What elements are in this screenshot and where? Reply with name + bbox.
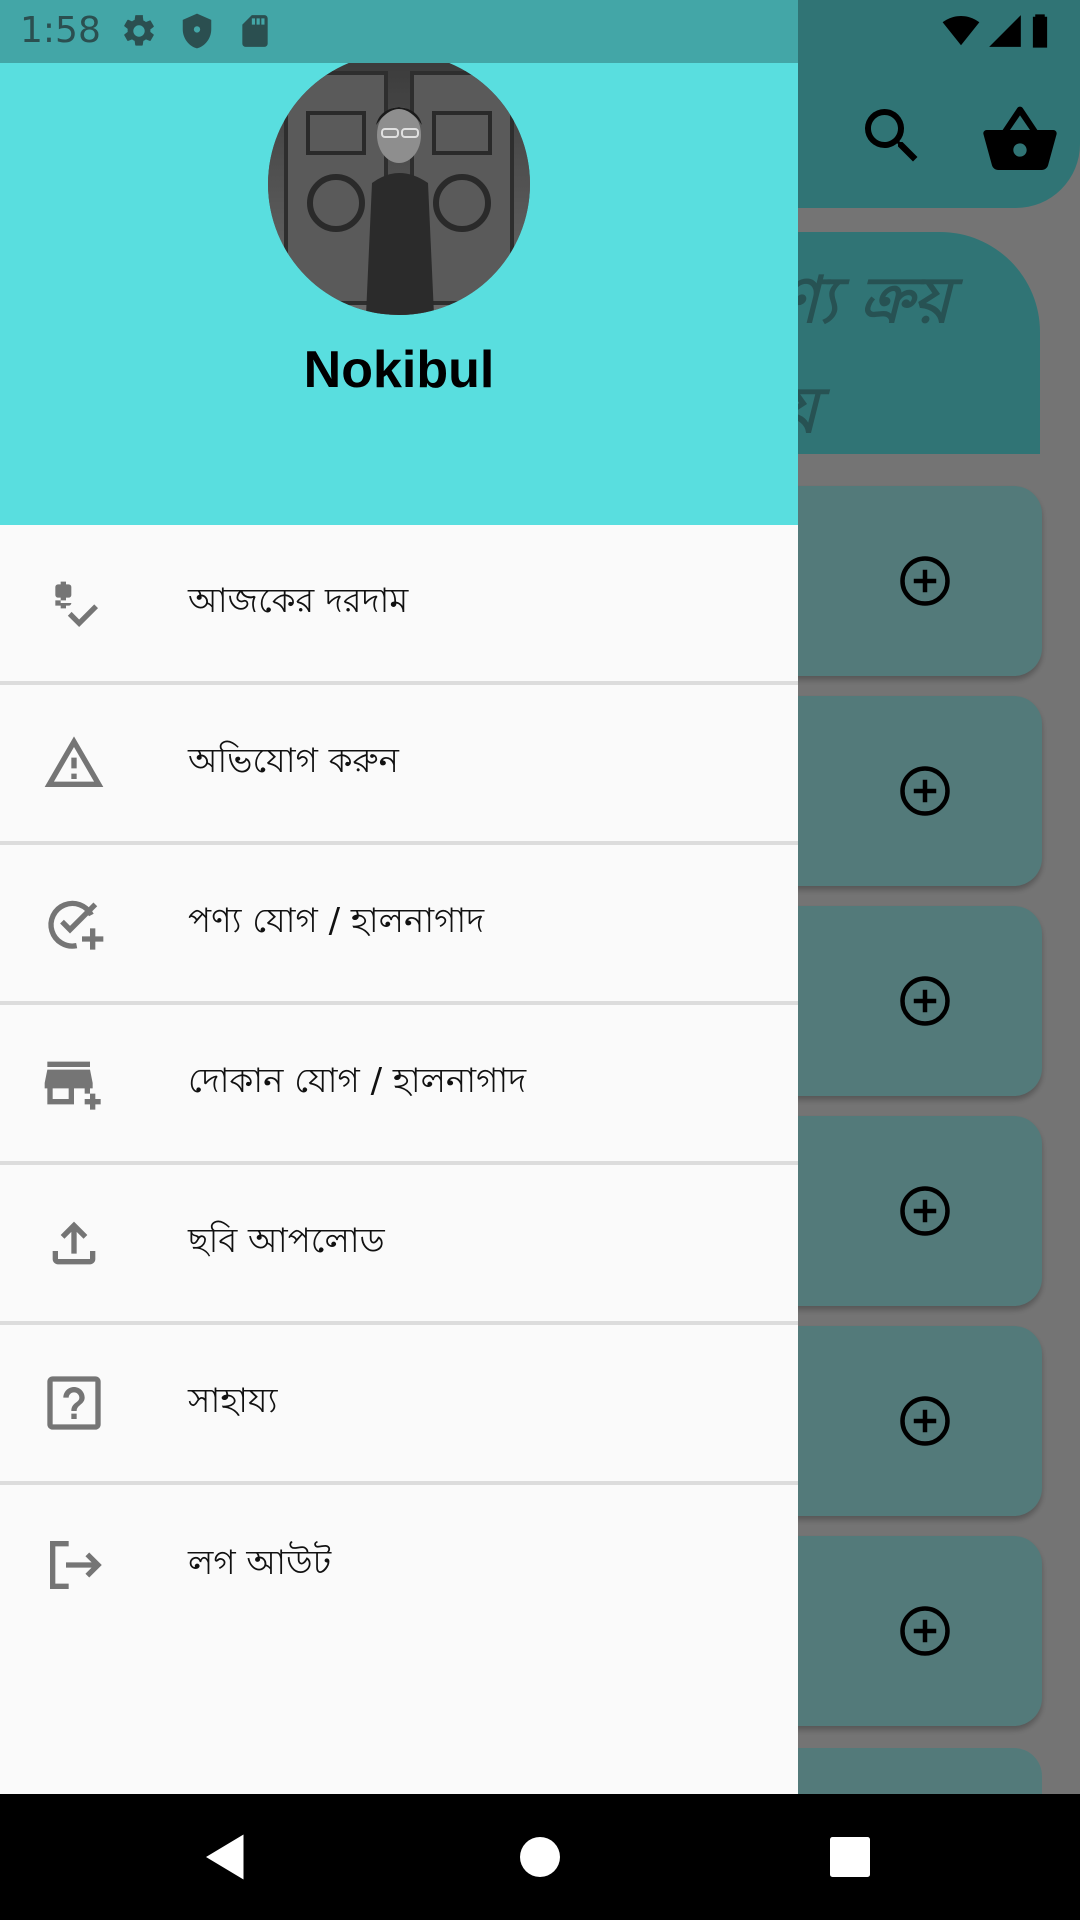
menu-item-label: অভিযোগ করুন — [188, 740, 399, 781]
shield-icon — [178, 12, 216, 50]
menu-item-complaint[interactable]: অভিযোগ করুন — [0, 685, 798, 845]
drawer-menu: আজকের দরদাম অভিযোগ করুন পণ্য যোগ / হালনা… — [0, 525, 798, 1645]
back-icon[interactable] — [196, 1827, 256, 1887]
user-name: Nokibul — [303, 341, 495, 399]
navigation-bar — [0, 1794, 1080, 1920]
signal-icon — [986, 12, 1024, 50]
menu-item-today-prices[interactable]: আজকের দরদাম — [0, 525, 798, 685]
logout-icon — [42, 1533, 106, 1597]
wifi-icon — [942, 12, 980, 50]
menu-item-label: সাহায্য — [188, 1380, 278, 1421]
check-add-icon — [42, 891, 106, 955]
upload-icon — [42, 1211, 106, 1275]
price-check-icon — [42, 571, 106, 635]
avatar[interactable] — [268, 53, 530, 315]
recents-icon[interactable] — [820, 1827, 880, 1887]
menu-item-add-product[interactable]: পণ্য যোগ / হালনাগাদ — [0, 845, 798, 1005]
menu-item-label: দোকান যোগ / হালনাগাদ — [188, 1060, 527, 1101]
menu-item-add-store[interactable]: দোকান যোগ / হালনাগাদ — [0, 1005, 798, 1165]
menu-item-label: লগ আউট — [188, 1542, 332, 1583]
help-icon — [42, 1371, 106, 1435]
menu-item-help[interactable]: সাহায্য — [0, 1325, 798, 1485]
add-store-icon — [42, 1051, 106, 1115]
menu-item-logout[interactable]: লগ আউট — [0, 1485, 798, 1645]
menu-item-label: ছবি আপলোড — [188, 1220, 385, 1261]
drawer-header: Nokibul — [0, 0, 798, 525]
status-time: 1:58 — [20, 10, 101, 51]
status-bar: 1:58 — [0, 0, 1080, 63]
battery-icon — [1030, 12, 1060, 50]
menu-item-label: পণ্য যোগ / হালনাগাদ — [188, 900, 485, 941]
home-icon[interactable] — [510, 1827, 570, 1887]
menu-item-photo-upload[interactable]: ছবি আপলোড — [0, 1165, 798, 1325]
warning-icon — [42, 731, 106, 795]
menu-item-label: আজকের দরদাম — [188, 580, 409, 621]
navigation-drawer: Nokibul আজকের দরদাম অভিযোগ করুন পণ্য যোগ… — [0, 0, 798, 1794]
sd-card-icon — [236, 12, 274, 50]
gear-icon — [120, 12, 158, 50]
